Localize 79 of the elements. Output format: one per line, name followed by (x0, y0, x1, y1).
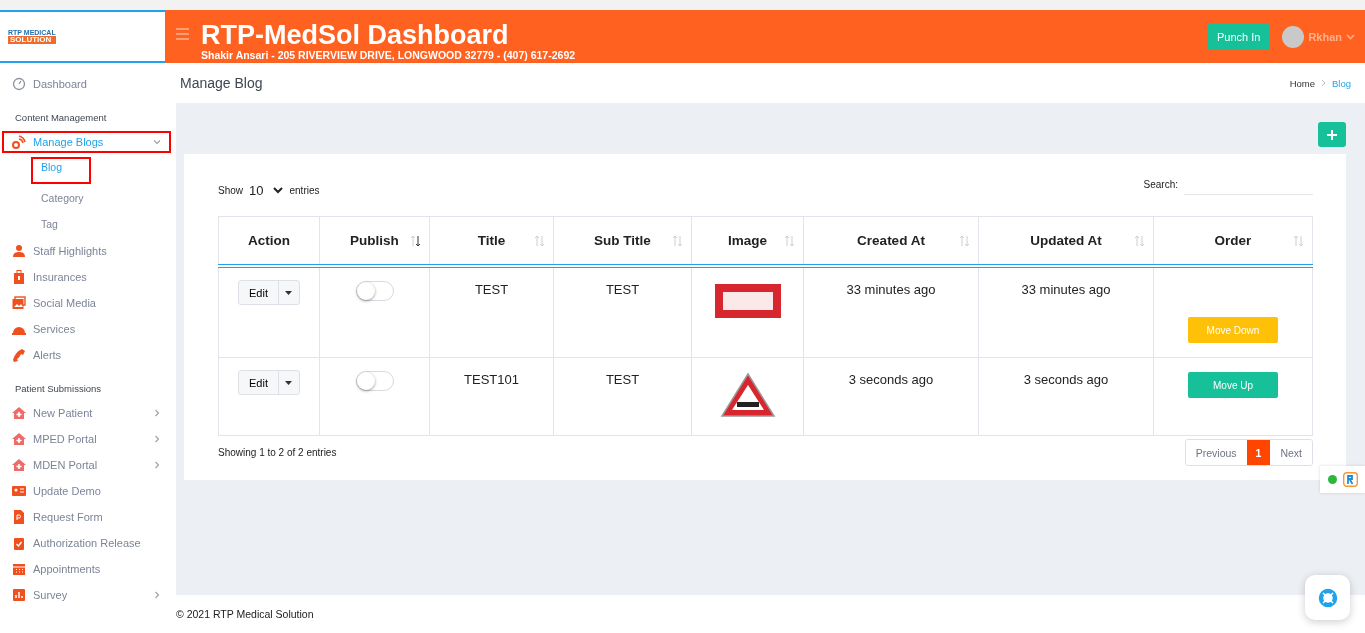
sidebar-item[interactable]: Appointments (2, 558, 171, 580)
id-card-icon (12, 484, 26, 498)
page-size-select[interactable]: 10 (249, 183, 284, 198)
chart-icon (12, 588, 26, 602)
caret-icon (285, 290, 293, 295)
submenu-item[interactable]: Tag (31, 214, 81, 236)
sidebar-item[interactable]: Authorization Release (2, 532, 171, 554)
column-header[interactable]: Publish (319, 216, 430, 266)
column-header[interactable]: Created At (803, 216, 979, 266)
clipboard-icon (12, 536, 26, 550)
sidebar-item[interactable]: Social Media (2, 292, 171, 314)
copyright-text: © 2021 RTP Medical Solution (176, 608, 314, 620)
page-button[interactable]: 1 (1246, 440, 1271, 465)
avatar[interactable] (1282, 25, 1305, 48)
caret-icon (285, 380, 293, 385)
plus-icon (1327, 129, 1337, 140)
sidebar-item[interactable]: Staff Highlights (2, 240, 171, 262)
dashboard-title: RTP-MedSol Dashboard (201, 20, 510, 49)
help-button[interactable] (1305, 575, 1350, 620)
sidebar-item[interactable]: Manage Blogs (2, 131, 171, 153)
publish-toggle[interactable] (355, 281, 394, 301)
column-header[interactable]: Image (691, 216, 804, 266)
column-header[interactable]: Action (218, 216, 320, 266)
sidebar-item[interactable]: MDEN Portal (2, 454, 171, 476)
status-dot-icon (1327, 475, 1337, 484)
address-line: Shakir Ansari - 205 RIVERVIEW DRIVE, LONGWOOD 32779 - (407) 617-2692 (201, 48, 577, 61)
table-cell: TEST (474, 282, 509, 297)
status-widget[interactable] (1320, 466, 1365, 493)
sidebar-item[interactable]: Insurances (2, 266, 171, 288)
house-icon (12, 406, 26, 420)
publish-toggle[interactable] (355, 371, 394, 391)
house-icon (12, 458, 26, 472)
sidebar-item[interactable]: Update Demo (2, 480, 171, 502)
sidebar-item[interactable]: Services (2, 318, 171, 340)
sidebar-item[interactable]: Survey (2, 584, 171, 606)
building-icon (12, 270, 26, 284)
menu-icon[interactable] (176, 28, 189, 40)
entries-label: entries (289, 185, 320, 196)
table-cell: TEST (605, 282, 640, 297)
chevron-right-icon (1321, 79, 1326, 87)
lifebuoy-icon (1317, 587, 1338, 608)
table-cell: 3 seconds ago (1023, 372, 1109, 387)
page-title: Manage Blog (180, 75, 263, 91)
column-header[interactable]: Title (429, 216, 554, 266)
breadcrumb-link[interactable]: Home (1289, 77, 1315, 89)
show-label: Show (218, 185, 243, 196)
gauge-icon (12, 77, 26, 91)
section-heading: Patient Submissions (14, 382, 103, 396)
search-label: Search: (1143, 179, 1178, 190)
sidebar-item[interactable]: MPED Portal (2, 428, 171, 450)
house-icon (12, 432, 26, 446)
rss-icon (12, 135, 26, 149)
table-cell: TEST101 (464, 372, 519, 387)
punch-in-button[interactable]: Punch In (1206, 23, 1271, 50)
caret-icon (273, 187, 284, 194)
app-icon (1342, 472, 1358, 487)
column-header[interactable]: Order (1153, 216, 1313, 266)
column-header[interactable]: Sub Title (553, 216, 692, 266)
column-header[interactable]: Updated At (978, 216, 1154, 266)
caret-icon[interactable] (1346, 33, 1355, 40)
add-button[interactable] (1318, 122, 1346, 147)
table-cell: 33 minutes ago (1021, 282, 1111, 297)
sidebar-item[interactable]: Dashboard (2, 73, 171, 95)
person-icon (12, 244, 26, 258)
phone-icon (12, 348, 26, 362)
table-cell: TEST (605, 372, 640, 387)
calendar-icon (12, 562, 26, 576)
picture-icon (12, 296, 26, 310)
sidebar-item[interactable]: New Patient (2, 402, 171, 424)
sidebar-item[interactable]: Alerts (2, 344, 171, 366)
submenu-item[interactable]: Blog (31, 157, 91, 184)
table-info: Showing 1 to 2 of 2 entries (218, 447, 337, 458)
section-heading: Content Management (14, 111, 108, 125)
breadcrumb-link[interactable]: Blog (1332, 77, 1351, 89)
sidebar-item[interactable]: Request Form (2, 506, 171, 528)
document-icon (12, 510, 26, 524)
table-cell: 33 minutes ago (846, 282, 936, 297)
table-cell: 3 seconds ago (848, 372, 934, 387)
move-up-button[interactable]: Move Up (1188, 372, 1278, 398)
